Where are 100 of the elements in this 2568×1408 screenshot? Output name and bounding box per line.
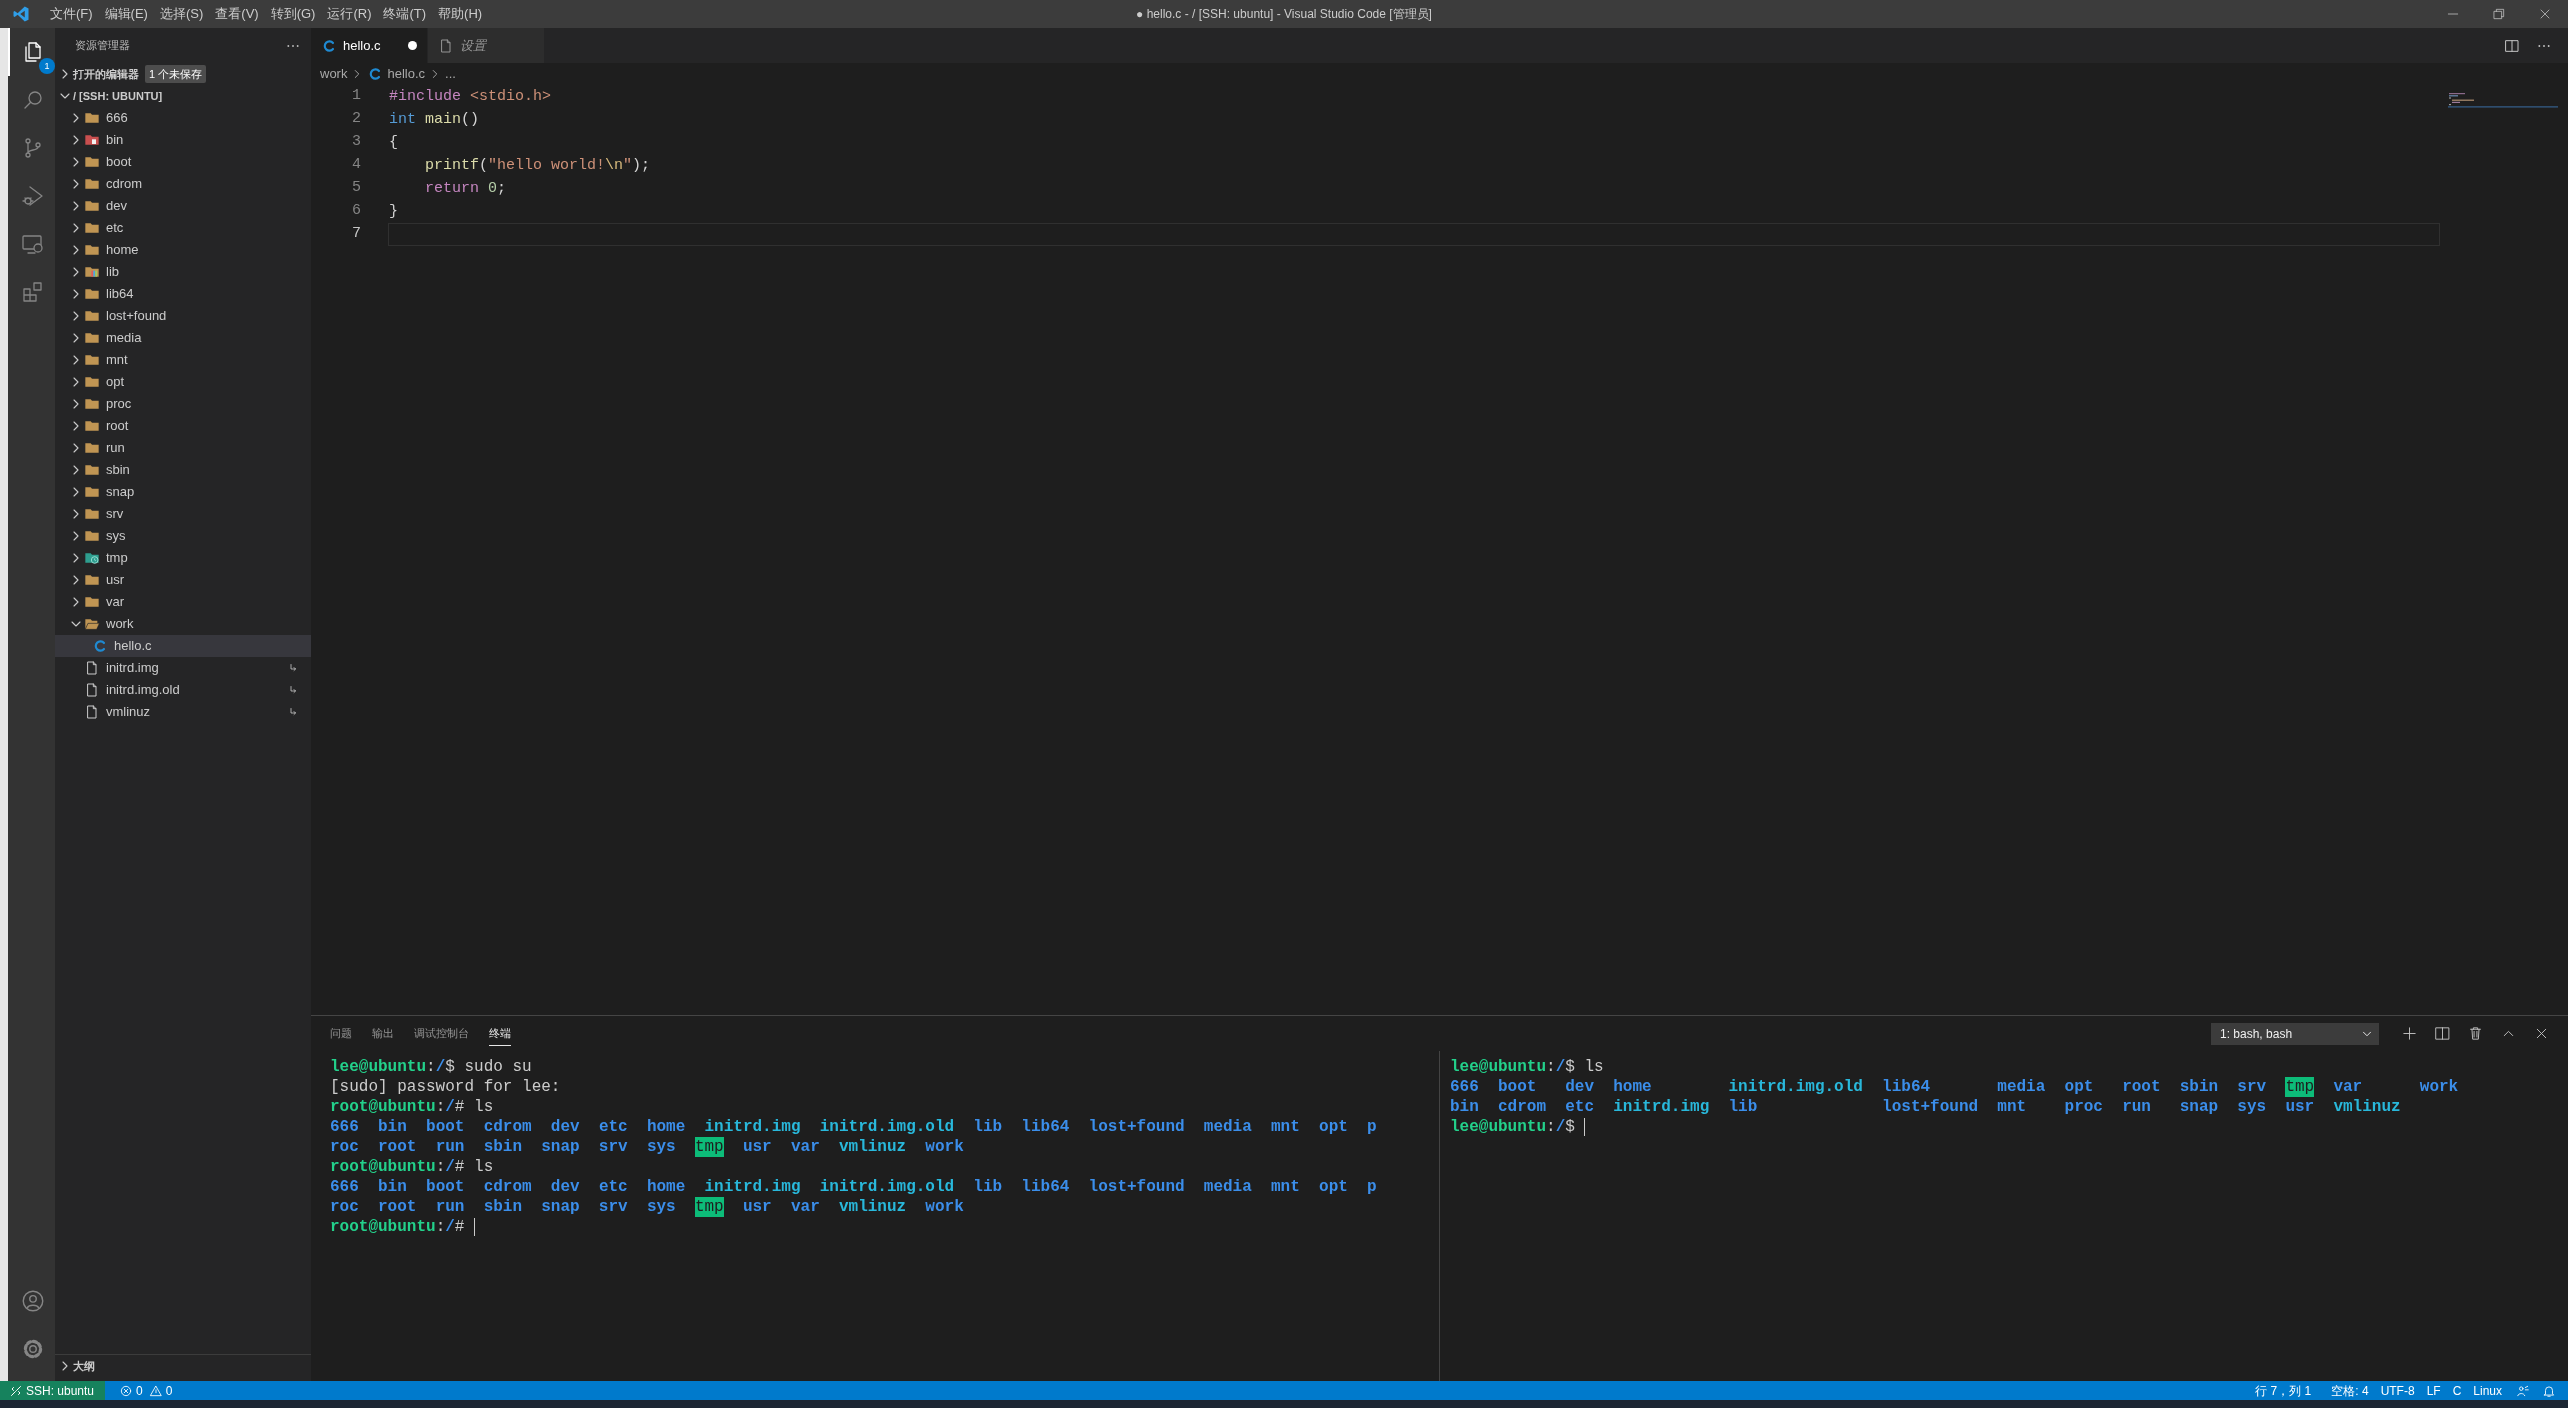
terminal-line: lee@ubuntu:/$ sudo su [330, 1057, 532, 1077]
menu-item[interactable]: 选择(S) [153, 0, 210, 28]
panel-tab[interactable]: 终端 [479, 1016, 521, 1051]
status-item[interactable]: Linux [2467, 1381, 2508, 1400]
split-editor-icon[interactable] [2504, 37, 2520, 54]
app-logo [12, 5, 30, 23]
line-number: 7 [351, 224, 361, 245]
terminal-entry: lost+found [1882, 1097, 1979, 1117]
terminal-entry: srv [598, 1197, 628, 1217]
editor-tab[interactable]: 设置 [428, 28, 545, 63]
terminal-line: [sudo] password for lee: [330, 1077, 561, 1097]
menu-item[interactable]: 转到(G) [264, 0, 322, 28]
section-title[interactable]: 大纲 [73, 1357, 95, 1375]
terminal-selector[interactable]: 1: bash, bash [2211, 1022, 2379, 1045]
tree-item[interactable]: home [55, 239, 311, 261]
tree-item[interactable]: sbin [55, 459, 311, 481]
terminal-line: root@ubuntu:/# ls [330, 1157, 494, 1177]
status-item[interactable]: 空格: 4 [2325, 1381, 2375, 1400]
file-icon [84, 704, 100, 720]
problems-indicator[interactable]: 0 0 [113, 1381, 179, 1400]
menu-item[interactable]: 编辑(E) [98, 0, 154, 28]
remote-explorer-icon[interactable] [20, 232, 45, 256]
terminal-entry: boot [426, 1117, 465, 1137]
tree-item[interactable]: sys [55, 525, 311, 547]
tree-item[interactable]: proc [55, 393, 311, 415]
plus-icon[interactable] [2401, 1025, 2418, 1042]
breadcrumb-item[interactable]: hello.c [367, 64, 426, 84]
folder-icon [84, 264, 100, 280]
tree-item[interactable]: srv [55, 503, 311, 525]
terminal-entry: roc [330, 1137, 359, 1157]
feedback-icon[interactable] [2516, 1383, 2530, 1398]
tree-item[interactable]: tmp [55, 547, 311, 569]
tree-item[interactable]: usr [55, 569, 311, 591]
editor-tab[interactable]: hello.c [311, 28, 428, 63]
menu-item[interactable]: 终端(T) [377, 0, 433, 28]
error-icon [119, 1383, 133, 1398]
folder-icon [84, 242, 100, 258]
terminal-entry: tmp [694, 1137, 724, 1157]
terminal-entry: var [790, 1197, 820, 1217]
remote-indicator[interactable]: SSH: ubuntu [0, 1381, 105, 1400]
terminal-entry: snap [2179, 1097, 2219, 1117]
tree-item[interactable]: initrd.img.old [55, 679, 311, 701]
tree-item[interactable]: 666 [55, 107, 311, 129]
extensions-icon[interactable] [20, 280, 45, 304]
tree-item[interactable]: lib64 [55, 283, 311, 305]
tree-item[interactable]: vmlinuz [55, 701, 311, 723]
status-item[interactable]: UTF-8 [2374, 1381, 2421, 1400]
tree-item[interactable]: media [55, 327, 311, 349]
terminal-entry: opt [1319, 1177, 1348, 1197]
terminal-entry: snap [541, 1197, 580, 1217]
tree-item[interactable]: opt [55, 371, 311, 393]
tree-item[interactable]: initrd.img [55, 657, 311, 679]
tree-item[interactable]: var [55, 591, 311, 613]
line-number: 6 [351, 201, 361, 222]
tree-item[interactable]: bin [55, 129, 311, 151]
section-title[interactable]: / [SSH: UBUNTU] [73, 87, 163, 105]
status-item[interactable]: 行 7，列 1 [2249, 1381, 2318, 1400]
tree-item[interactable]: work [55, 613, 311, 635]
terminal-entry: lib64 [1021, 1177, 1070, 1197]
minimap-drawing[interactable] [2448, 93, 2558, 109]
breadcrumb-item[interactable]: ... [445, 64, 456, 84]
section-title[interactable]: 打开的编辑器 [73, 65, 139, 83]
tree-item[interactable]: lib [55, 261, 311, 283]
tree-item[interactable]: etc [55, 217, 311, 239]
panel-tab[interactable]: 问题 [320, 1016, 362, 1051]
terminal-entry: sys [646, 1137, 676, 1157]
tree-item[interactable]: dev [55, 195, 311, 217]
tree-item[interactable]: root [55, 415, 311, 437]
folder-icon [84, 396, 100, 412]
menu-item[interactable]: 文件(F) [44, 0, 99, 28]
tree-item[interactable]: boot [55, 151, 311, 173]
run-debug-icon[interactable] [20, 184, 45, 208]
bell-icon[interactable] [2542, 1383, 2556, 1398]
menu-item[interactable]: 运行(R) [321, 0, 378, 28]
file-icon [84, 682, 100, 698]
code-line: int main() [388, 110, 481, 130]
panel-tab[interactable]: 输出 [362, 1016, 404, 1051]
tree-item[interactable]: lost+found [55, 305, 311, 327]
tree-item[interactable]: hello.c [55, 635, 311, 657]
trash-icon[interactable] [2467, 1025, 2484, 1042]
folder-icon [84, 506, 100, 522]
restore-icon[interactable] [2491, 6, 2507, 22]
status-item[interactable]: LF [2420, 1381, 2447, 1400]
terminal-entry: etc [598, 1117, 628, 1137]
status-item[interactable]: C [2446, 1381, 2468, 1400]
breadcrumb-item[interactable]: work [320, 64, 348, 84]
split-editor-icon[interactable] [2434, 1025, 2451, 1042]
tree-item[interactable]: run [55, 437, 311, 459]
tree-item[interactable]: snap [55, 481, 311, 503]
terminal-entry: vmlinuz [838, 1137, 907, 1157]
menu-item[interactable]: 帮助(H) [432, 0, 489, 28]
menu-item[interactable]: 查看(V) [209, 0, 265, 28]
line-number: 3 [351, 132, 361, 153]
panel-tab[interactable]: 调试控制台 [404, 1016, 479, 1051]
folder-icon [84, 308, 100, 324]
tree-item[interactable]: cdrom [55, 173, 311, 195]
tree-item[interactable]: mnt [55, 349, 311, 371]
terminal-entry: srv [2237, 1077, 2267, 1097]
terminal-entry: root [378, 1137, 417, 1157]
folder-icon [84, 374, 100, 390]
